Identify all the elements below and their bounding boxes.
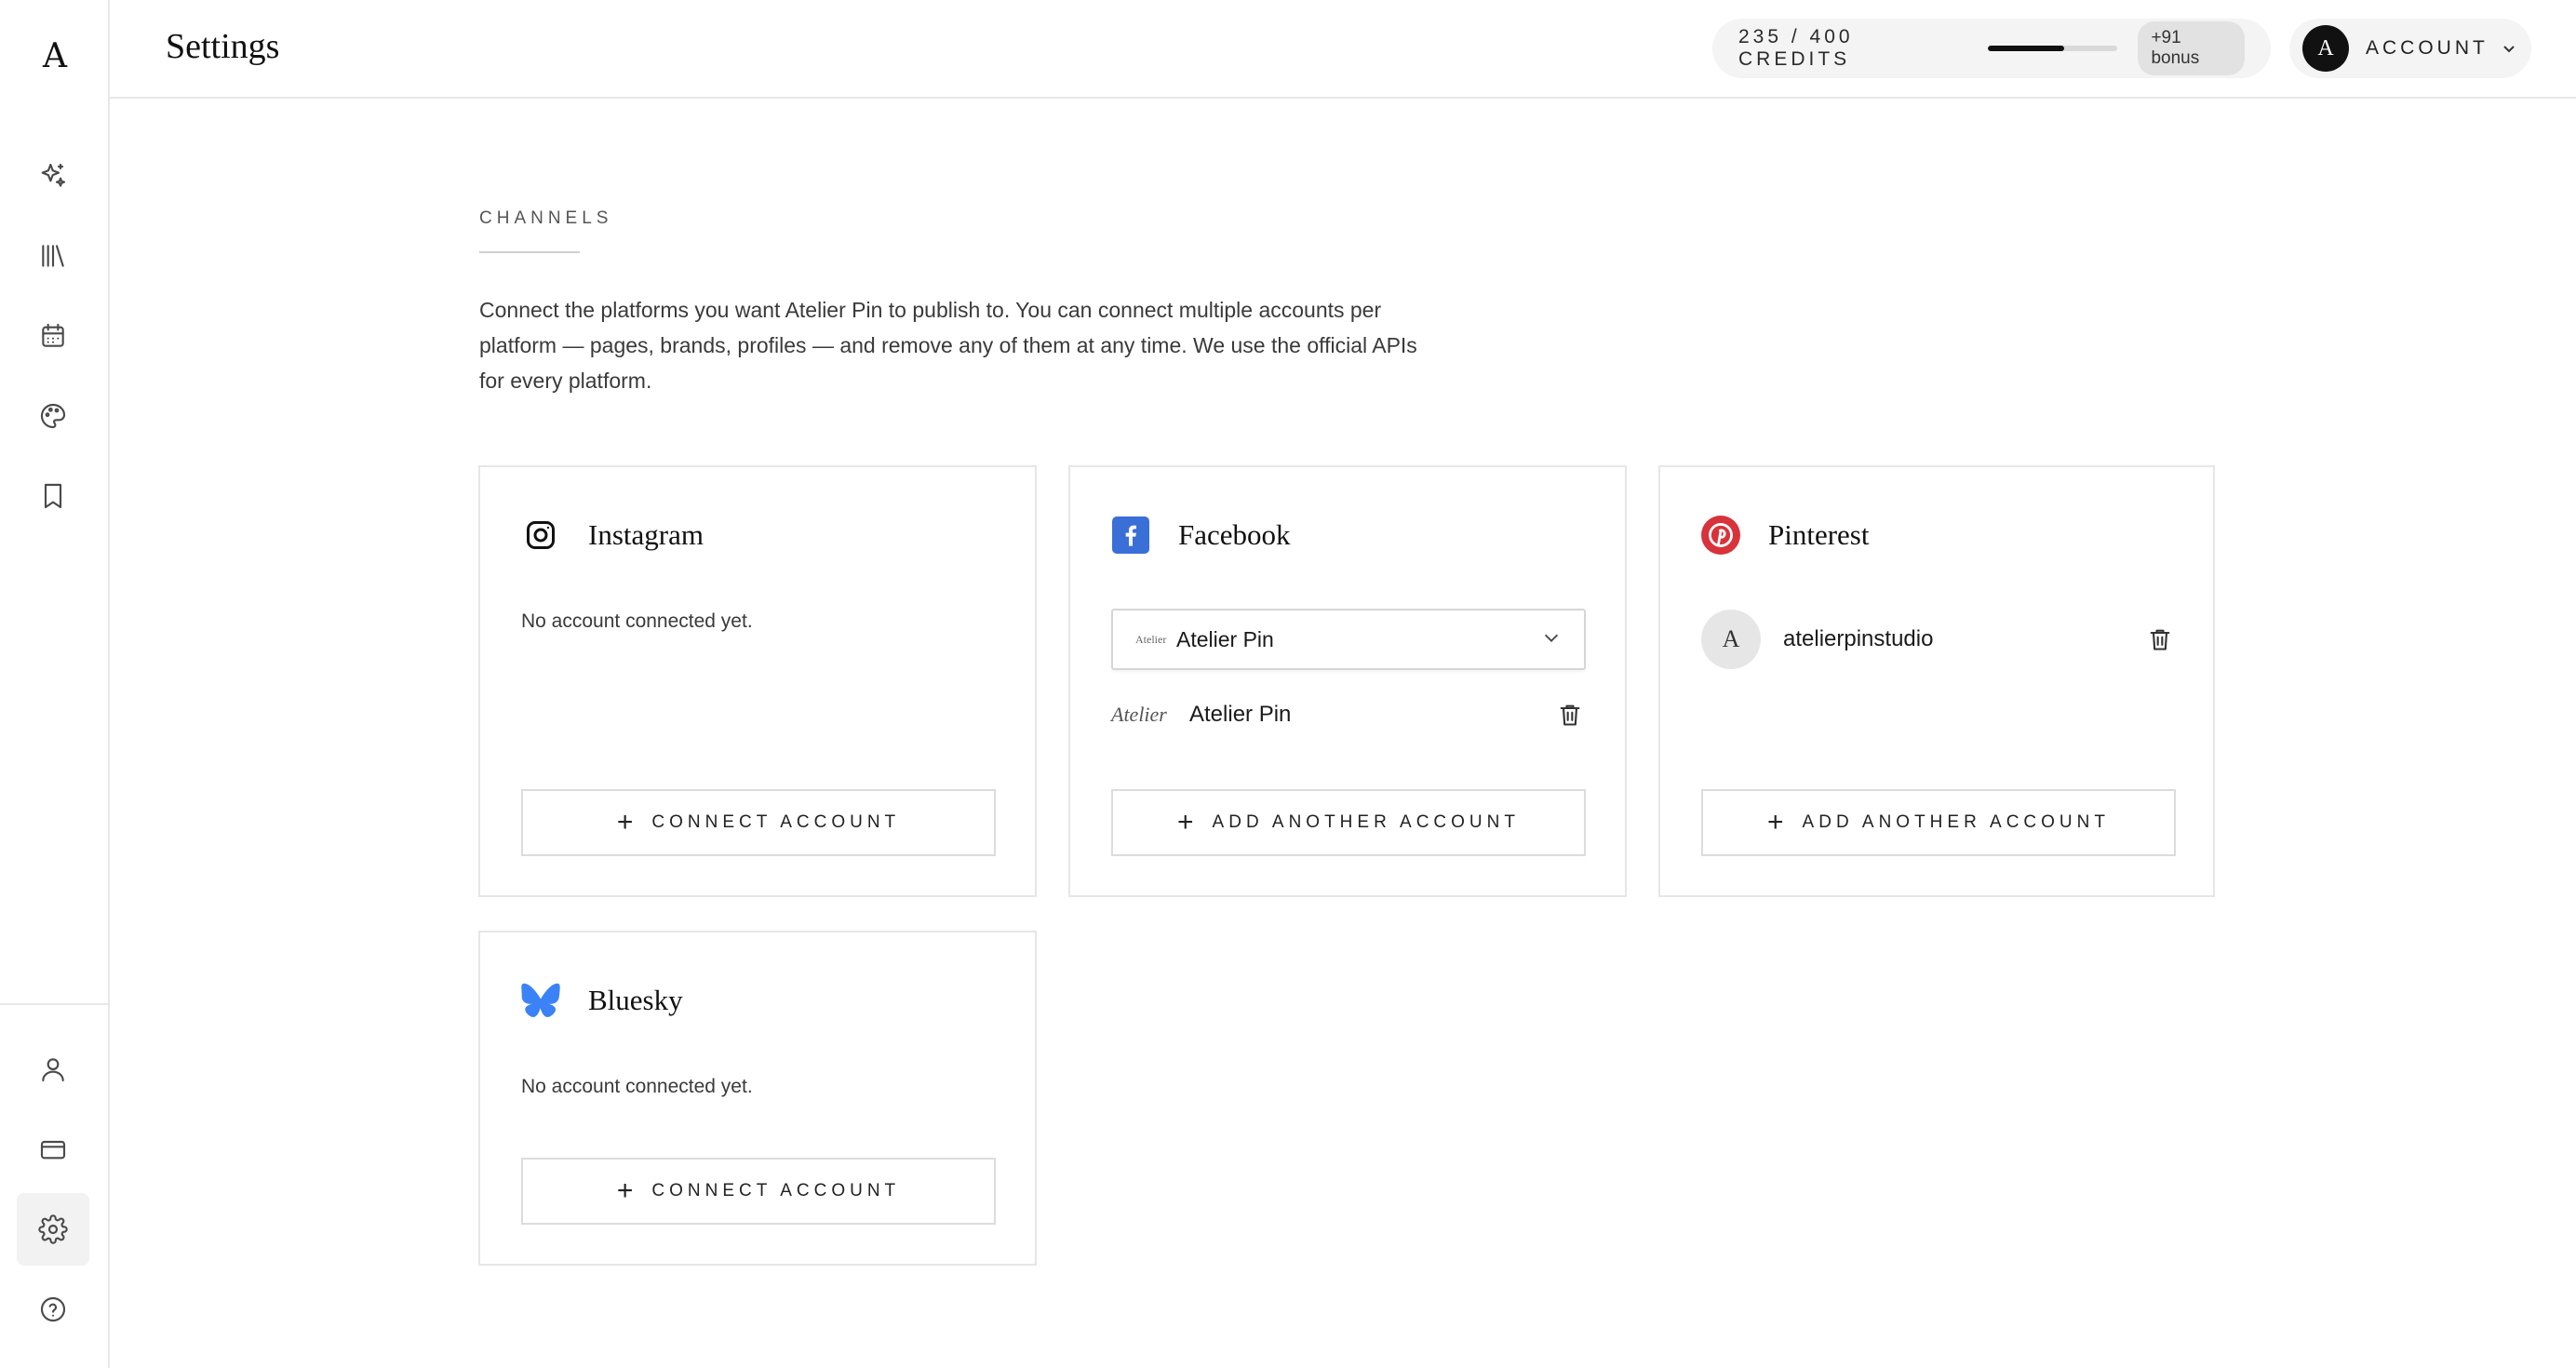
- sidebar: A: [0, 0, 110, 1368]
- account-label: ACCOUNT: [2366, 37, 2489, 59]
- plus-icon: +: [616, 807, 634, 838]
- account-logo: Atelier: [1135, 632, 1167, 646]
- sidebar-item-calendar[interactable]: [17, 300, 89, 372]
- sidebar-item-settings[interactable]: [17, 1193, 89, 1266]
- sidebar-item-brand[interactable]: [17, 380, 89, 452]
- facebook-add-account-button[interactable]: + ADD ANOTHER ACCOUNT: [1111, 789, 1586, 856]
- chevron-down-icon: [2502, 41, 2516, 56]
- card-title: Instagram: [588, 518, 704, 551]
- instagram-icon: [521, 516, 560, 555]
- card-header: Instagram: [521, 516, 704, 555]
- trash-icon[interactable]: [1554, 699, 1586, 731]
- user-icon: [42, 1058, 64, 1082]
- card-header: Facebook: [1111, 516, 1291, 555]
- calendar-icon: [42, 323, 64, 347]
- sidebar-item-help[interactable]: [17, 1273, 89, 1346]
- card-title: Pinterest: [1768, 518, 1870, 551]
- help-icon: [40, 1296, 66, 1322]
- bonus-badge: +91 bonus: [2138, 21, 2245, 75]
- select-value: Atelier Pin: [1176, 626, 1274, 651]
- trash-icon[interactable]: [2144, 624, 2176, 655]
- connected-account-row: A atelierpinstudio: [1701, 609, 2176, 670]
- plus-icon: +: [1767, 807, 1784, 838]
- account-name: atelierpinstudio: [1783, 626, 1934, 651]
- sidebar-item-create[interactable]: [17, 140, 89, 212]
- account-name: Atelier Pin: [1189, 702, 1292, 727]
- plus-icon: +: [616, 1175, 634, 1206]
- bluesky-connect-button[interactable]: + CONNECT ACCOUNT: [521, 1158, 996, 1225]
- account-avatar: A: [2302, 25, 2349, 72]
- empty-state-text: No account connected yet.: [521, 610, 753, 632]
- palette-icon: [40, 403, 66, 429]
- sidebar-item-saved[interactable]: [17, 460, 89, 532]
- card-header: Bluesky: [521, 981, 683, 1020]
- credits-text: 235 / 400 CREDITS: [1738, 26, 1854, 70]
- pinterest-card: Pinterest A atelierpinstudio + ADD ANOTH…: [1658, 465, 2215, 897]
- channels-intro: Connect the platforms you want Atelier P…: [479, 298, 1417, 393]
- sidebar-divider: [0, 1003, 110, 1005]
- connected-account-row: Atelier Atelier Pin: [1111, 687, 1586, 743]
- sidebar-item-billing[interactable]: [17, 1113, 89, 1186]
- top-header: Settings 235 / 400 CREDITS +91 bonus A A…: [110, 0, 2576, 99]
- pinterest-add-account-button[interactable]: + ADD ANOTHER ACCOUNT: [1701, 789, 2176, 856]
- app-logo[interactable]: A: [0, 28, 110, 84]
- card-title: Bluesky: [588, 984, 683, 1016]
- sidebar-item-profile[interactable]: [17, 1033, 89, 1106]
- instagram-connect-button[interactable]: + CONNECT ACCOUNT: [521, 789, 996, 856]
- instagram-card: Instagram No account connected yet. + CO…: [478, 465, 1037, 897]
- facebook-card: Facebook Atelier Atelier Pin Atelier Ate…: [1068, 465, 1627, 897]
- account-menu-button[interactable]: A ACCOUNT: [2289, 19, 2531, 78]
- gear-icon: [38, 1214, 68, 1244]
- credits-progress-bar: [1987, 46, 2118, 51]
- card-icon: [40, 1140, 66, 1160]
- account-avatar: A: [1701, 610, 1761, 669]
- credits-indicator[interactable]: 235 / 400 CREDITS +91 bonus: [1712, 19, 2271, 78]
- section-underline: [479, 251, 580, 253]
- bookmark-icon: [44, 483, 62, 509]
- facebook-page-select[interactable]: Atelier Atelier Pin: [1111, 609, 1586, 670]
- credits-progress-fill: [1987, 46, 2064, 51]
- plus-icon: +: [1177, 807, 1194, 838]
- empty-state-text: No account connected yet.: [521, 1076, 753, 1097]
- bluesky-card: Bluesky No account connected yet. + CONN…: [478, 931, 1037, 1266]
- card-header: Pinterest: [1701, 516, 1870, 555]
- butterfly-icon: [521, 981, 560, 1020]
- account-logo: Atelier: [1111, 703, 1167, 726]
- chevron-down-icon: [1541, 627, 1562, 652]
- section-label: CHANNELS: [479, 208, 613, 228]
- card-title: Facebook: [1178, 518, 1291, 551]
- page-title: Settings: [166, 27, 280, 66]
- pinterest-icon: [1701, 516, 1740, 555]
- sidebar-item-library[interactable]: [17, 220, 89, 292]
- library-icon: [42, 245, 64, 267]
- facebook-icon: [1111, 516, 1150, 555]
- sparkles-icon: [41, 163, 66, 187]
